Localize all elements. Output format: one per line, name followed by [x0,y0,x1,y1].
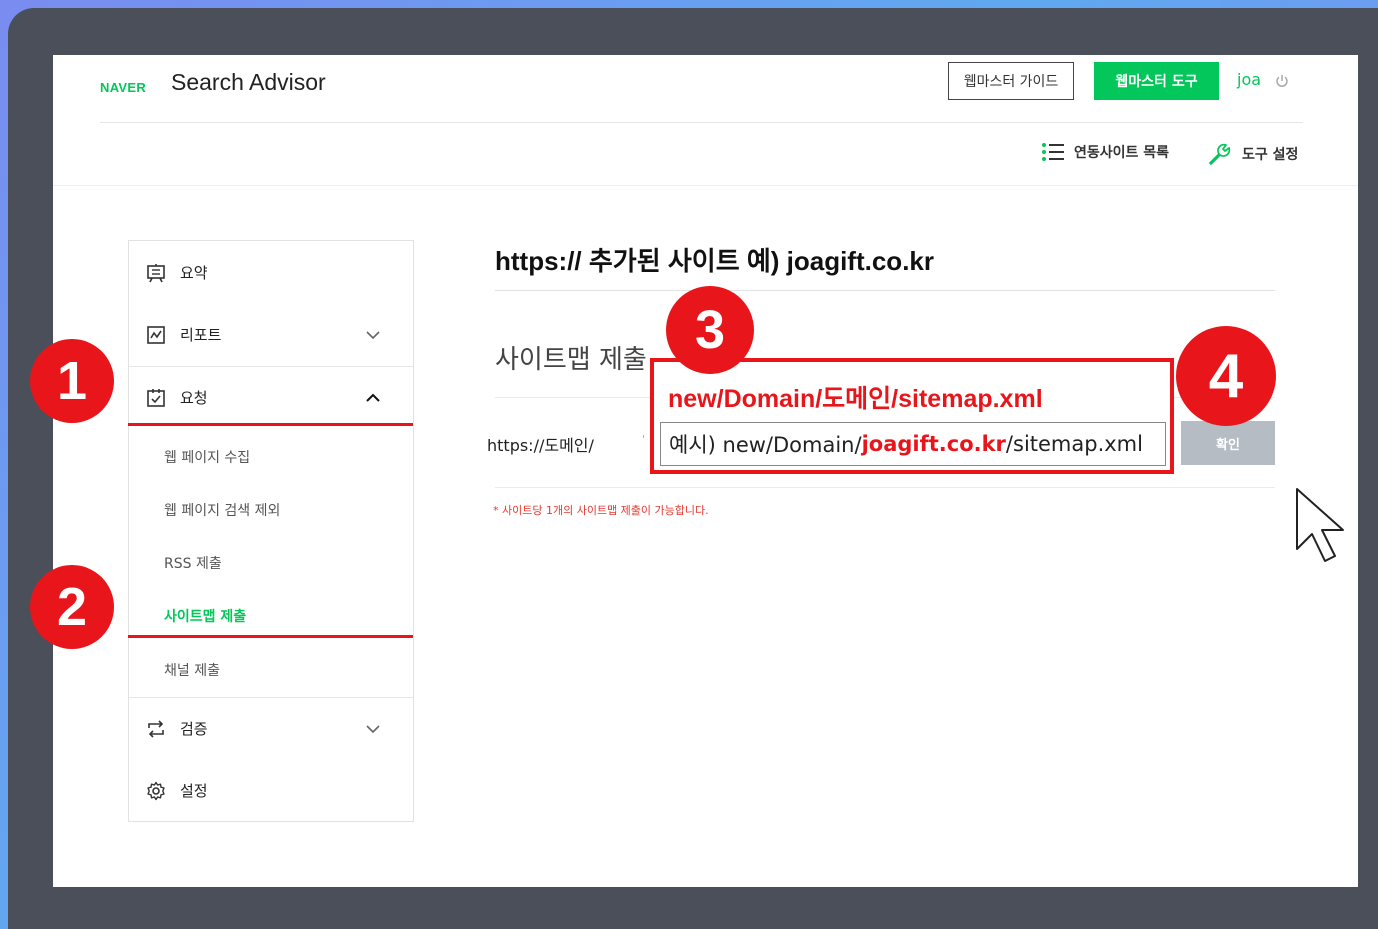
gear-icon [147,781,165,800]
sidebar-item-report[interactable]: 리포트 [146,324,221,345]
sidebar-label-report: 리포트 [180,326,222,344]
sidebar-label-request: 요청 [180,389,208,407]
sidebar-item-summary[interactable]: 요약 [146,262,208,283]
sidebar-item-settings[interactable]: 설정 [146,780,208,801]
sidebar-sub-web-collect[interactable]: 웹 페이지 수집 [164,447,250,467]
step-badge-3: 3 [666,286,754,374]
sidebar-sub-sitemap[interactable]: 사이트맵 제출 [164,606,246,626]
device-frame: NAVER Search Advisor 웹마스터 가이드 웹마스터 도구 jo… [8,8,1378,929]
title-divider [495,290,1275,291]
webmaster-guide-button[interactable]: 웹마스터 가이드 [948,62,1074,100]
annotation-underline-sitemap [128,635,413,638]
sitemap-url-input[interactable]: 예시) new/Domain/joagift.co.kr/sitemap.xml [660,422,1166,466]
naver-logo[interactable]: NAVER [100,80,146,95]
sidebar-item-request[interactable]: 요청 [146,387,208,408]
summary-icon [147,263,165,282]
sidebar-divider [129,366,413,367]
repeat-icon [148,719,164,738]
example-domain: joagift.co.kr [861,432,1006,456]
sidebar-sub-rss[interactable]: RSS 제출 [164,553,222,573]
sidebar-item-verify[interactable]: 검증 [146,718,208,739]
path-hint: new/Domain/도메인/sitemap.xml [668,385,1043,413]
list-icon [1042,143,1064,161]
input-tick: ' [642,433,646,446]
header-divider [100,122,1303,123]
browser-screen: NAVER Search Advisor 웹마스터 가이드 웹마스터 도구 jo… [53,55,1358,887]
chevron-down-icon[interactable] [365,330,381,340]
wrench-icon [1209,143,1231,165]
mouse-cursor-icon [1296,488,1344,562]
annotation-box: new/Domain/도메인/sitemap.xml 예시) new/Domai… [650,358,1174,474]
user-name[interactable]: joa [1237,70,1261,89]
input-divider [495,487,1275,488]
subnav-divider [53,185,1358,186]
report-icon [147,325,165,344]
example-suffix: /sitemap.xml [1005,432,1143,456]
annotation-underline-request [128,423,413,426]
tool-settings-label: 도구 설정 [1242,147,1299,163]
sidebar-label-settings: 설정 [180,782,208,800]
step-badge-1: 1 [30,339,114,423]
chevron-up-icon[interactable] [365,393,381,403]
sidebar-label-verify: 검증 [180,720,208,738]
url-prefix: https://도메인/ [487,436,594,455]
step-badge-4: 4 [1176,326,1276,426]
brand-title[interactable]: Search Advisor [171,69,326,96]
sidebar-label-summary: 요약 [180,264,208,282]
power-icon[interactable] [1275,74,1289,88]
sidebar-sub-web-exclude[interactable]: 웹 페이지 검색 제외 [164,500,280,520]
sidebar: 요약 리포트 요청 웹 페이지 수집 웹 페이지 검색 제외 RSS 제출 사이… [128,240,414,822]
linked-sites-label: 연동사이트 목록 [1074,145,1170,161]
site-title: https:// 추가된 사이트 예) joagift.co.kr [495,246,934,276]
confirm-button[interactable]: 확인 [1181,421,1275,465]
webmaster-tool-button[interactable]: 웹마스터 도구 [1094,62,1219,100]
submission-note: * 사이트당 1개의 사이트맵 제출이 가능합니다. [493,504,709,517]
sidebar-sub-channel[interactable]: 채널 제출 [164,660,220,680]
step-badge-2: 2 [30,565,114,649]
section-title: 사이트맵 제출 [495,345,647,375]
example-prefix: 예시) new/Domain/ [669,433,862,457]
sidebar-divider [129,697,413,698]
tool-settings-link[interactable]: 도구 설정 [1206,142,1298,166]
chevron-down-icon[interactable] [365,724,381,734]
request-icon [147,388,165,407]
linked-sites-link[interactable]: 연동사이트 목록 [1042,142,1169,162]
